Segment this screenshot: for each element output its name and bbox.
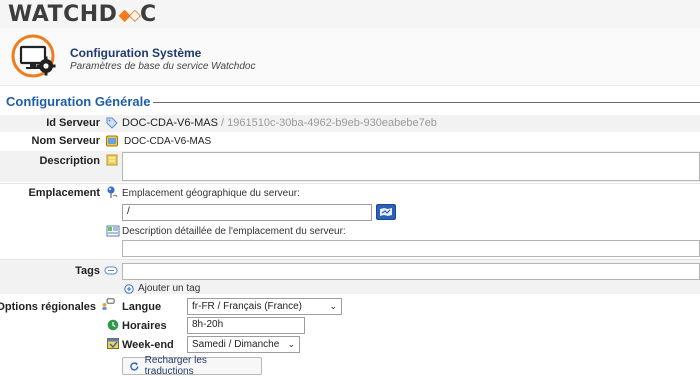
section-divider (144, 102, 700, 103)
weekend-selected: Samedi / Dimanche (192, 339, 280, 350)
chevron-down-icon: ⌄ (329, 301, 337, 311)
server-id-name: DOC-CDA-V6-MAS (122, 117, 218, 129)
brand-bar: WATCHD ◆◇ C (0, 0, 700, 28)
tags-label: Tags (75, 265, 100, 277)
plus-circle-icon (124, 283, 134, 294)
row-separator (0, 183, 700, 184)
logo-mark: ◆◇ (118, 4, 141, 24)
reload-translations-button[interactable]: Recharger les traductions (122, 355, 262, 377)
page-header: Configuration Système Paramètres de base… (0, 28, 700, 86)
server-name-value: DOC-CDA-V6-MAS (124, 136, 212, 147)
geo-location-label: Emplacement géographique du serveur: (122, 188, 300, 199)
clock-icon (107, 319, 119, 331)
server-id-value: DOC-CDA-V6-MAS / 1961510c-30ba-4962-b9eb… (122, 117, 437, 129)
regional-options-label: Options régionales (0, 301, 96, 313)
geo-location-input[interactable]: / (122, 204, 372, 221)
logo-suffix: C (140, 1, 157, 27)
refresh-icon (130, 361, 139, 370)
server-id-separator: / (217, 117, 228, 129)
section-title: Configuration Générale (6, 94, 154, 109)
note-icon (106, 154, 118, 166)
reload-translations-label: Recharger les traductions (144, 355, 207, 377)
language-label: Langue (122, 301, 162, 313)
hours-input[interactable]: 8h-20h (187, 317, 305, 334)
logo-prefix: WATCHD (8, 1, 118, 27)
monitor-gear-icon (11, 34, 56, 78)
language-selected: fr-FR / Français (France) (192, 301, 303, 312)
page-subtitle: Paramètres de base du service Watchdoc (70, 61, 256, 72)
location-label: Emplacement (28, 187, 100, 199)
location-detail-label: Description détaillée de l'emplacement d… (122, 226, 346, 237)
tag-icon (106, 117, 118, 129)
weekend-label: Week-end (122, 339, 174, 351)
description-textarea[interactable] (122, 152, 700, 181)
add-tag-link[interactable]: Ajouter un tag (124, 283, 200, 294)
server-name-label: Nom Serveur (31, 135, 100, 147)
chevron-down-icon: ⌄ (287, 339, 295, 349)
language-select[interactable]: fr-FR / Français (France) ⌄ (187, 298, 342, 315)
map-icon (380, 208, 392, 216)
weekend-select[interactable]: Samedi / Dimanche ⌄ (187, 336, 300, 353)
server-id-guid: 1961510c-30ba-4962-b9eb-930eabebe7eb (227, 117, 437, 129)
people-chat-icon (102, 298, 115, 310)
watchdoc-logo: WATCHD ◆◇ C (8, 1, 157, 27)
calendar-icon (107, 338, 119, 349)
server-id-label: Id Serveur (46, 117, 100, 129)
map-pin-icon (107, 186, 118, 198)
document-detail-icon (106, 225, 120, 237)
location-detail-input[interactable] (122, 240, 700, 257)
page-title: Configuration Système (70, 46, 202, 60)
map-picker-button[interactable] (376, 204, 396, 220)
server-icon (106, 135, 118, 147)
description-label: Description (39, 155, 100, 167)
add-tag-label: Ajouter un tag (138, 283, 201, 294)
hours-label: Horaires (122, 320, 167, 332)
tags-input[interactable] (122, 263, 700, 280)
tags-icon (104, 266, 118, 275)
